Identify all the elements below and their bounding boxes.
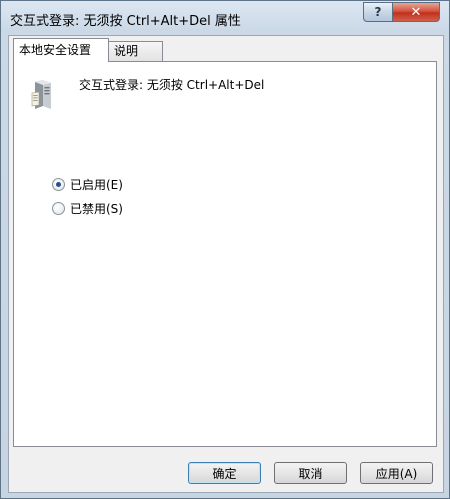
properties-dialog: 交互式登录: 无须按 Ctrl+Alt+Del 属性 ? ✕ 本地安全设置 说明: [0, 0, 450, 499]
help-button[interactable]: ?: [363, 2, 393, 22]
title-bar[interactable]: 交互式登录: 无须按 Ctrl+Alt+Del 属性 ? ✕: [1, 1, 449, 35]
apply-button[interactable]: 应用(A): [360, 462, 433, 484]
policy-name: 交互式登录: 无须按 Ctrl+Alt+Del: [79, 78, 265, 92]
help-icon: ?: [374, 5, 382, 19]
close-icon: ✕: [410, 4, 422, 20]
radio-enabled[interactable]: 已启用(E): [52, 176, 123, 193]
policy-server-icon: [31, 80, 51, 109]
radio-disabled-button[interactable]: [52, 202, 65, 215]
tab-explain[interactable]: 说明: [108, 41, 163, 61]
radio-disabled[interactable]: 已禁用(S): [52, 200, 123, 217]
window-title: 交互式登录: 无须按 Ctrl+Alt+Del 属性: [10, 14, 241, 29]
radio-disabled-label[interactable]: 已禁用(S): [70, 200, 123, 217]
radio-enabled-label[interactable]: 已启用(E): [70, 176, 123, 193]
tab-panel: 交互式登录: 无须按 Ctrl+Alt+Del 已启用(E) 已禁用(S): [13, 61, 437, 447]
dialog-client-area: 本地安全设置 说明 交互式登录: 无须按 Ctrl+Alt+Del 已启用(E): [8, 35, 444, 493]
cancel-button[interactable]: 取消: [274, 462, 347, 484]
radio-enabled-button[interactable]: [52, 178, 65, 191]
radio-selected-dot: [56, 182, 61, 187]
close-button[interactable]: ✕: [392, 2, 440, 22]
ok-button[interactable]: 确定: [188, 462, 261, 484]
tab-local-security-setting[interactable]: 本地安全设置: [13, 38, 109, 62]
